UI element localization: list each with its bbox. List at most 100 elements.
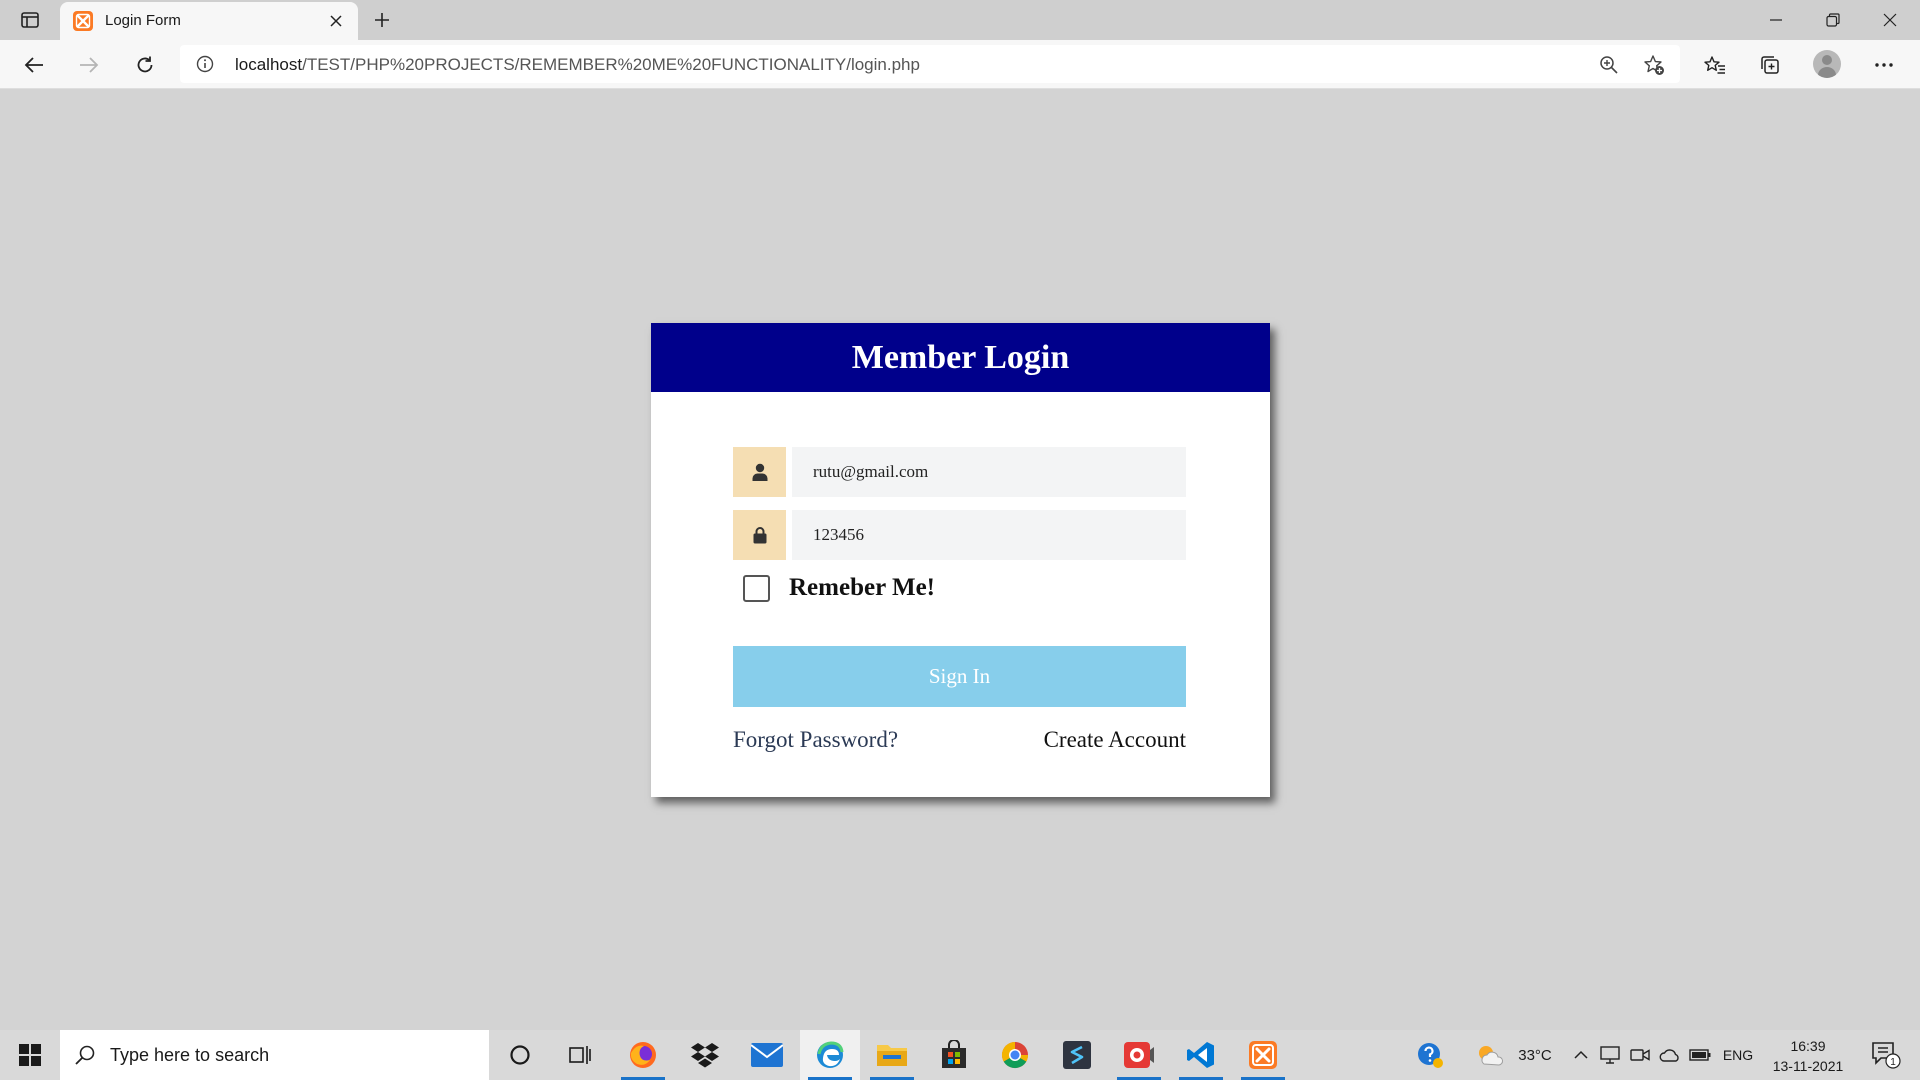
sign-in-button[interactable]: Sign In bbox=[733, 646, 1186, 707]
tray-onedrive-button[interactable] bbox=[1657, 1030, 1683, 1080]
help-icon bbox=[1418, 1043, 1443, 1068]
weather-sun-cloud-icon bbox=[1479, 1046, 1503, 1066]
task-view-button[interactable] bbox=[550, 1030, 610, 1080]
remember-me-label[interactable]: Remeber Me! bbox=[789, 574, 935, 602]
collections-icon bbox=[1761, 56, 1779, 74]
taskbar-mail[interactable] bbox=[737, 1030, 797, 1080]
back-arrow-icon bbox=[24, 57, 43, 73]
language-text: ENG bbox=[1722, 1047, 1754, 1063]
password-field bbox=[733, 510, 1186, 560]
file-explorer-icon bbox=[877, 1045, 907, 1066]
taskbar-sublime[interactable] bbox=[1047, 1030, 1107, 1080]
url-host: localhost bbox=[235, 55, 303, 74]
taskbar-edge[interactable] bbox=[800, 1030, 860, 1080]
info-icon[interactable] bbox=[196, 55, 214, 73]
remember-me-row: Remeber Me! bbox=[743, 574, 935, 602]
restore-icon bbox=[1826, 13, 1840, 27]
profile-avatar-icon[interactable] bbox=[1813, 50, 1841, 78]
taskbar-xampp[interactable] bbox=[1233, 1030, 1293, 1080]
collections-button[interactable] bbox=[1752, 47, 1788, 83]
close-icon bbox=[1883, 13, 1897, 27]
windows-logo-icon bbox=[19, 1044, 41, 1066]
clock-date: 13-11-2021 bbox=[1772, 1058, 1844, 1074]
tab-actions-button[interactable] bbox=[14, 8, 46, 32]
taskbar-clock[interactable]: 16:39 13-11-2021 bbox=[1766, 1036, 1850, 1076]
taskbar-search-placeholder: Type here to search bbox=[110, 1045, 270, 1065]
store-icon bbox=[942, 1040, 966, 1068]
taskbar-vscode[interactable] bbox=[1171, 1030, 1231, 1080]
tab-close-button[interactable] bbox=[324, 9, 348, 33]
tab-actions-icon bbox=[21, 12, 39, 28]
clock-time: 16:39 bbox=[1790, 1038, 1826, 1054]
notification-center-button[interactable]: 1 bbox=[1862, 1030, 1910, 1080]
help-tray-button[interactable] bbox=[1410, 1030, 1450, 1080]
weather-tray-button[interactable] bbox=[1470, 1030, 1510, 1080]
tab-login-form[interactable]: Login Form bbox=[60, 2, 358, 40]
weather-temperature[interactable]: 33°C bbox=[1510, 1030, 1560, 1080]
remember-me-checkbox[interactable] bbox=[743, 574, 770, 602]
more-horizontal-icon bbox=[1875, 63, 1893, 67]
zoom-button[interactable] bbox=[1596, 52, 1622, 78]
tray-display-button[interactable] bbox=[1597, 1030, 1623, 1080]
plus-icon bbox=[375, 13, 389, 27]
password-input[interactable] bbox=[792, 510, 1186, 560]
close-icon bbox=[330, 15, 342, 27]
taskbar-search-box[interactable]: Type here to search bbox=[60, 1030, 489, 1080]
cortana-button[interactable] bbox=[490, 1030, 550, 1080]
taskbar-dropbox[interactable] bbox=[675, 1030, 735, 1080]
camera-icon bbox=[1630, 1049, 1650, 1061]
taskbar-file-explorer[interactable] bbox=[862, 1030, 922, 1080]
start-button[interactable] bbox=[0, 1030, 60, 1080]
forgot-password-link[interactable]: Forgot Password? bbox=[733, 727, 898, 753]
new-tab-button[interactable] bbox=[368, 6, 396, 34]
back-button[interactable] bbox=[16, 47, 52, 83]
taskbar-chrome[interactable] bbox=[985, 1030, 1045, 1080]
email-input[interactable] bbox=[792, 447, 1186, 497]
url-text[interactable]: localhost/TEST/PHP%20PROJECTS/REMEMBER%2… bbox=[235, 55, 920, 75]
tab-strip: Login Form bbox=[0, 0, 1920, 40]
more-options-button[interactable] bbox=[1866, 47, 1902, 83]
notification-icon: 1 bbox=[1872, 1042, 1901, 1069]
taskbar-store[interactable] bbox=[924, 1030, 984, 1080]
search-icon bbox=[75, 1045, 95, 1065]
display-icon bbox=[1600, 1046, 1620, 1064]
temperature-text: 33°C bbox=[1518, 1046, 1552, 1064]
user-icon-box bbox=[733, 447, 786, 497]
user-icon bbox=[752, 463, 767, 481]
email-field bbox=[733, 447, 1186, 497]
language-indicator[interactable]: ENG bbox=[1718, 1030, 1758, 1080]
notification-count: 1 bbox=[1890, 1057, 1896, 1068]
tab-title: Login Form bbox=[105, 12, 181, 29]
show-hidden-icons-button[interactable] bbox=[1568, 1030, 1594, 1080]
favorites-button[interactable] bbox=[1697, 47, 1733, 83]
address-bar[interactable]: localhost/TEST/PHP%20PROJECTS/REMEMBER%2… bbox=[180, 45, 1680, 83]
xampp-icon bbox=[1249, 1041, 1277, 1069]
dropbox-icon bbox=[691, 1043, 719, 1068]
create-account-link[interactable]: Create Account bbox=[1044, 727, 1186, 753]
chrome-icon bbox=[1001, 1041, 1029, 1069]
taskbar-firefox[interactable] bbox=[613, 1030, 673, 1080]
vscode-icon bbox=[1187, 1042, 1214, 1068]
login-card: Member Login Remeber Me! Sign In Forgot … bbox=[651, 323, 1270, 797]
restore-button[interactable] bbox=[1805, 0, 1861, 40]
sublime-icon bbox=[1063, 1041, 1091, 1069]
forward-arrow-icon bbox=[80, 57, 99, 73]
login-title: Member Login bbox=[851, 338, 1070, 376]
mail-icon bbox=[751, 1043, 783, 1067]
minimize-icon bbox=[1770, 19, 1782, 21]
url-path: /TEST/PHP%20PROJECTS/REMEMBER%20ME%20FUN… bbox=[302, 55, 920, 74]
task-view-icon bbox=[569, 1046, 591, 1064]
taskbar-screen-recorder[interactable] bbox=[1109, 1030, 1169, 1080]
refresh-button[interactable] bbox=[127, 47, 163, 83]
login-header: Member Login bbox=[651, 323, 1270, 392]
close-window-button[interactable] bbox=[1862, 0, 1918, 40]
tray-meet-button[interactable] bbox=[1627, 1030, 1653, 1080]
cortana-icon bbox=[510, 1045, 530, 1065]
refresh-icon bbox=[137, 56, 153, 73]
tray-battery-button[interactable] bbox=[1687, 1030, 1713, 1080]
screen-recorder-icon bbox=[1124, 1042, 1154, 1068]
add-favorite-button[interactable] bbox=[1641, 52, 1667, 78]
minimize-button[interactable] bbox=[1748, 0, 1804, 40]
battery-icon bbox=[1689, 1049, 1711, 1061]
forward-button[interactable] bbox=[71, 47, 107, 83]
